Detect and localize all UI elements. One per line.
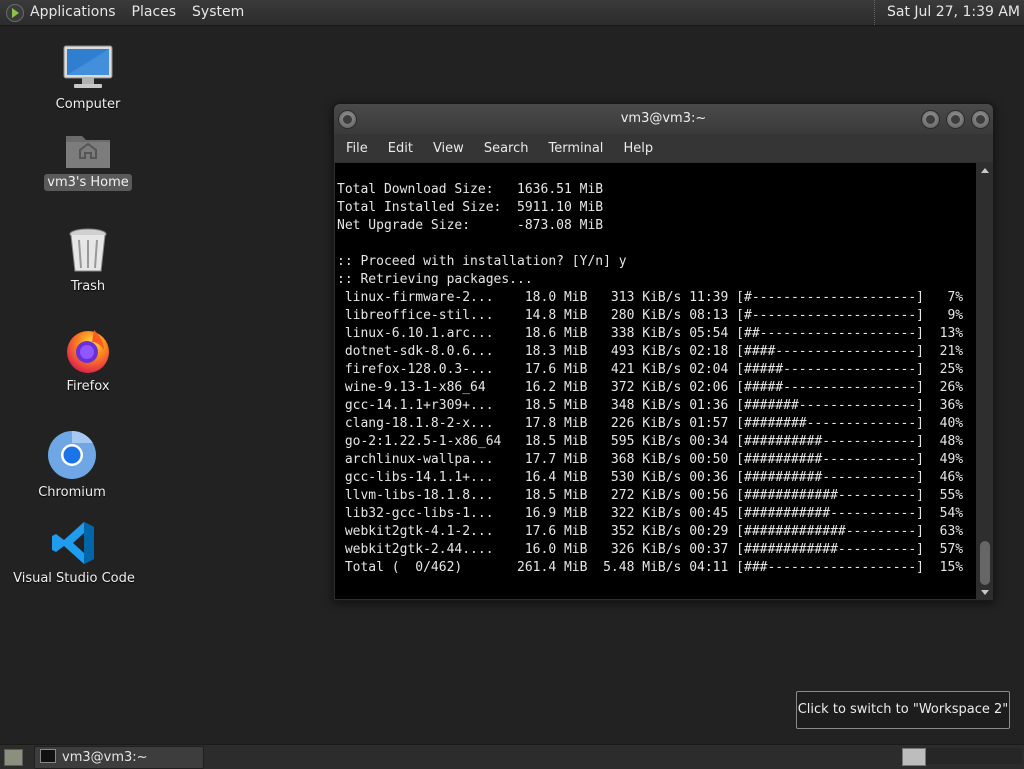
desktop-label-home: vm3's Home: [44, 174, 132, 191]
show-desktop-icon[interactable]: [4, 749, 23, 766]
terminal-line: llvm-libs-18.1.8... 18.5 MiB 272 KiB/s 0…: [337, 488, 964, 503]
terminal-line: dotnet-sdk-8.0.6... 18.3 MiB 493 KiB/s 0…: [337, 344, 964, 359]
maximize-button[interactable]: [946, 110, 965, 129]
desktop-icon-chromium[interactable]: Chromium: [7, 430, 137, 501]
terminal-line: Total ( 0/462) 261.4 MiB 5.48 MiB/s 04:1…: [337, 560, 964, 575]
bottom-panel: vm3@vm3:~: [0, 744, 1024, 769]
terminal-text: Total Download Size: 1636.51 MiB Total In…: [335, 163, 976, 577]
terminal-line: linux-6.10.1.arc... 18.6 MiB 338 KiB/s 0…: [337, 326, 964, 341]
terminal-menubar: File Edit View Search Terminal Help: [334, 134, 993, 162]
menu-edit[interactable]: Edit: [378, 141, 423, 156]
window-title: vm3@vm3:~: [620, 111, 707, 126]
applications-menu[interactable]: Applications: [0, 0, 124, 25]
terminal-output[interactable]: Total Download Size: 1636.51 MiB Total In…: [335, 163, 976, 599]
desktop-icon-firefox[interactable]: Firefox: [23, 326, 153, 395]
terminal-icon: [40, 749, 56, 763]
desktop-icon-computer[interactable]: Computer: [23, 44, 153, 113]
menu-search[interactable]: Search: [474, 141, 539, 156]
terminal-line: lib32-gcc-libs-1... 16.9 MiB 322 KiB/s 0…: [337, 506, 964, 521]
terminal-line: go-2:1.22.5-1-x86_64 18.5 MiB 595 KiB/s …: [337, 434, 964, 449]
terminal-line: archlinux-wallpa... 17.7 MiB 368 KiB/s 0…: [337, 452, 964, 467]
chromium-icon: [48, 431, 96, 479]
minimize-button[interactable]: [921, 110, 940, 129]
terminal-line: firefox-128.0.3-... 17.6 MiB 421 KiB/s 0…: [337, 362, 964, 377]
menu-help[interactable]: Help: [613, 141, 663, 156]
menu-terminal[interactable]: Terminal: [538, 141, 613, 156]
window-titlebar[interactable]: vm3@vm3:~: [334, 104, 993, 134]
workspace-1[interactable]: [902, 748, 926, 766]
home-folder-icon: [66, 136, 110, 168]
vscode-icon: [52, 522, 94, 564]
desktop-label-vscode: Visual Studio Code: [13, 571, 135, 586]
scrollbar-thumb[interactable]: [980, 541, 990, 585]
terminal-line: gcc-libs-14.1.1+... 16.4 MiB 530 KiB/s 0…: [337, 470, 964, 485]
terminal-scrollbar[interactable]: [978, 163, 992, 599]
trash-icon: [69, 228, 107, 272]
workspace-tooltip: Click to switch to "Workspace 2": [796, 691, 1010, 729]
window-menu-button[interactable]: [338, 110, 357, 129]
desktop-label-computer: Computer: [55, 97, 121, 112]
terminal-line: gcc-14.1.1+r309+... 18.5 MiB 348 KiB/s 0…: [337, 398, 964, 413]
terminal-line: webkit2gtk-2.44.... 16.0 MiB 326 KiB/s 0…: [337, 542, 964, 557]
applications-label: Applications: [30, 4, 116, 20]
scroll-up-icon[interactable]: [981, 168, 989, 173]
desktop-label-firefox: Firefox: [66, 379, 110, 394]
terminal-line: :: Retrieving packages...: [337, 272, 533, 287]
mate-logo-icon: [6, 3, 24, 22]
terminal-line: Total Download Size: 1636.51 MiB: [337, 182, 604, 197]
close-button[interactable]: [971, 110, 990, 129]
desktop-icon-trash[interactable]: Trash: [23, 228, 153, 295]
terminal-line: webkit2gtk-4.1-2... 17.6 MiB 352 KiB/s 0…: [337, 524, 964, 539]
terminal-line: wine-9.13-1-x86_64 16.2 MiB 372 KiB/s 02…: [337, 380, 964, 395]
desktop-icon-home[interactable]: vm3's Home: [23, 128, 153, 191]
top-panel: Applications Places System Sat Jul 27, 1…: [0, 0, 1024, 26]
firefox-icon: [67, 330, 109, 373]
terminal-line: Net Upgrade Size: -873.08 MiB: [337, 218, 604, 233]
terminal-line: :: Proceed with installation? [Y/n] y: [337, 254, 627, 269]
terminal-line: libreoffice-stil... 14.8 MiB 280 KiB/s 0…: [337, 308, 964, 323]
terminal-window: vm3@vm3:~ File Edit View Search Terminal…: [333, 103, 994, 601]
terminal-line: linux-firmware-2... 18.0 MiB 313 KiB/s 1…: [337, 290, 964, 305]
menu-view[interactable]: View: [423, 141, 474, 156]
system-menu[interactable]: System: [184, 0, 252, 25]
taskbar-terminal-label: vm3@vm3:~: [62, 750, 148, 765]
taskbar-terminal[interactable]: vm3@vm3:~: [34, 746, 204, 769]
menu-file[interactable]: File: [336, 141, 378, 156]
workspace-2[interactable]: [926, 748, 1022, 764]
scroll-down-icon[interactable]: [981, 590, 989, 595]
terminal-line: Total Installed Size: 5911.10 MiB: [337, 200, 604, 215]
desktop-label-trash: Trash: [70, 279, 106, 294]
clock[interactable]: Sat Jul 27, 1:39 AM: [873, 0, 1020, 25]
computer-icon: [63, 45, 113, 88]
desktop-label-chromium: Chromium: [38, 485, 106, 500]
terminal-line: clang-18.1.8-2-x... 17.8 MiB 226 KiB/s 0…: [337, 416, 964, 431]
places-menu[interactable]: Places: [124, 0, 185, 25]
desktop-icon-vscode[interactable]: Visual Studio Code: [9, 520, 139, 587]
